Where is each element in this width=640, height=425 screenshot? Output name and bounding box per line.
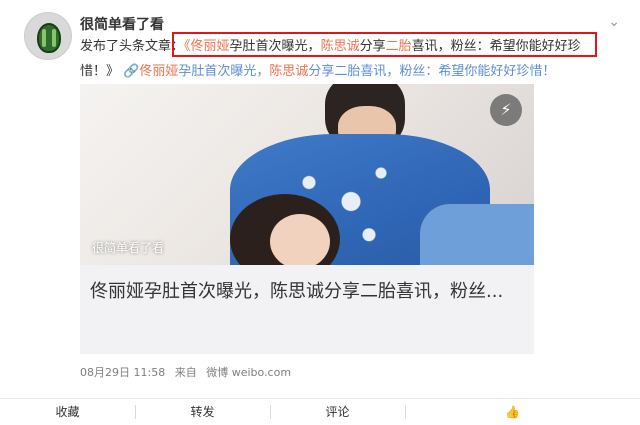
collect-button[interactable]: 收藏 bbox=[0, 399, 135, 425]
article-card[interactable]: 很简单看了看 ⚡ 佟丽娅孕肚首次曝光，陈思诚分享二胎喜讯，粉丝... bbox=[80, 84, 534, 354]
thumbs-up-icon: 👍 bbox=[505, 405, 520, 419]
comment-button[interactable]: 评论 bbox=[270, 399, 405, 425]
title-name-1: 佟丽娅 bbox=[190, 39, 230, 54]
repost-button[interactable]: 转发 bbox=[135, 399, 270, 425]
action-bar: 收藏 转发 评论 👍 bbox=[0, 398, 640, 425]
article-link[interactable]: 佟丽娅孕肚首次曝光，陈思诚分享二胎喜讯，粉丝：希望你能好好珍惜！ bbox=[139, 64, 555, 79]
post-meta: 08月29日 11:58 来自 微博 weibo.com bbox=[80, 364, 291, 380]
title-name-2: 陈思诚 bbox=[320, 39, 360, 54]
chevron-down-icon[interactable]: ⌄ bbox=[608, 14, 620, 30]
title-highlight-3: 二胎 bbox=[385, 39, 412, 54]
photo-watermark: 很简单看了看 bbox=[92, 241, 165, 255]
lightning-icon[interactable]: ⚡ bbox=[490, 94, 522, 126]
username[interactable]: 很简单看了看 bbox=[80, 14, 164, 34]
post-source[interactable]: 微博 weibo.com bbox=[206, 366, 291, 379]
title-text-1: 孕肚首次曝光， bbox=[229, 39, 321, 54]
post-prefix: 发布了头条文章： bbox=[80, 39, 185, 54]
link-name-2: 陈思诚 bbox=[269, 64, 309, 79]
title-text-4: 惜！》 bbox=[80, 64, 120, 79]
like-button[interactable]: 👍 bbox=[405, 399, 640, 425]
card-title[interactable]: 佟丽娅孕肚首次曝光，陈思诚分享二胎喜讯，粉丝... bbox=[90, 276, 524, 307]
link-icon: 🔗 bbox=[123, 64, 140, 79]
avatar[interactable] bbox=[24, 12, 72, 60]
title-text-2: 分享 bbox=[359, 39, 386, 54]
link-text-1: 孕肚首次曝光， bbox=[178, 64, 270, 79]
link-name-1: 佟丽娅 bbox=[139, 64, 179, 79]
post-text: 发布了头条文章：《佟丽娅孕肚首次曝光，陈思诚分享二胎喜讯，粉丝：希望你能好好珍惜… bbox=[80, 34, 615, 84]
post-timestamp[interactable]: 08月29日 11:58 bbox=[80, 366, 165, 379]
article-photo[interactable]: 很简单看了看 ⚡ bbox=[80, 84, 534, 265]
source-prefix: 来自 bbox=[174, 366, 197, 379]
link-text-2: 分享二胎喜讯，粉丝：希望你能好好珍惜！ bbox=[308, 64, 556, 79]
watermelon-avatar-icon bbox=[37, 23, 61, 53]
title-text-3: 喜讯，粉丝：希望你能好好珍 bbox=[411, 39, 581, 54]
